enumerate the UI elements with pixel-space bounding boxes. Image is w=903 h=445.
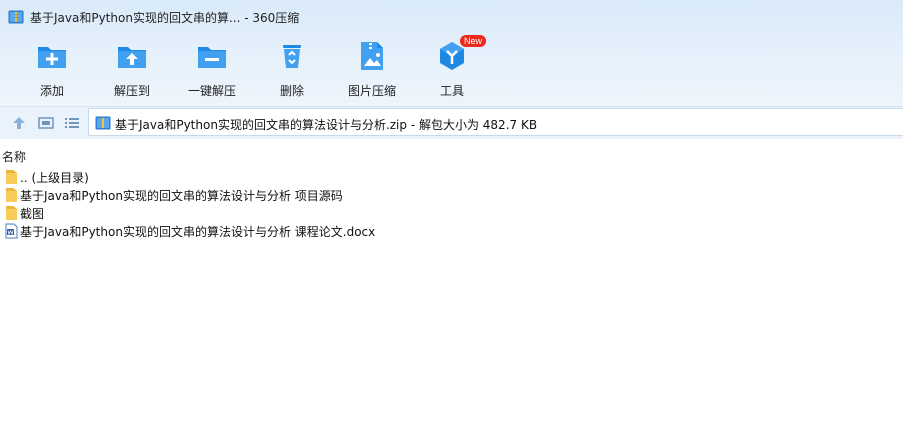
folder-icon xyxy=(6,206,17,220)
extract-to-label: 解压到 xyxy=(113,84,150,98)
tools-button[interactable]: New 工具 xyxy=(416,35,488,102)
file-list: .. (上级目录) 基于Java和Python实现的回文串的算法设计与分析 项目… xyxy=(0,168,903,240)
add-button[interactable]: 添加 xyxy=(16,38,88,102)
one-click-extract-label: 一键解压 xyxy=(187,84,236,98)
column-name-header[interactable]: 名称 xyxy=(2,148,26,165)
zip-file-icon xyxy=(95,116,111,130)
word-document-icon xyxy=(5,223,18,239)
one-click-extract-button[interactable]: 一键解压 xyxy=(176,38,248,102)
tools-label: 工具 xyxy=(439,84,464,98)
image-compress-label: 图片压缩 xyxy=(347,84,396,98)
file-name: 截图 xyxy=(20,207,45,221)
file-name: .. (上级目录) xyxy=(20,171,89,185)
one-click-extract-icon xyxy=(198,47,226,68)
add-label: 添加 xyxy=(39,84,64,98)
folder-icon xyxy=(6,170,17,184)
extract-to-icon xyxy=(118,47,146,68)
delete-button[interactable]: 删除 xyxy=(256,38,328,102)
title-bar: 基于Java和Python实现的回文串的算... - 360压缩 xyxy=(0,0,903,34)
address-text: 基于Java和Python实现的回文串的算法设计与分析.zip - 解包大小为 … xyxy=(115,118,538,132)
delete-label: 删除 xyxy=(279,84,304,98)
extract-to-button[interactable]: 解压到 xyxy=(96,38,168,102)
list-item[interactable]: 基于Java和Python实现的回文串的算法设计与分析 课程论文.docx xyxy=(0,222,903,240)
column-header: 名称 xyxy=(0,146,903,164)
folder-icon xyxy=(6,188,17,202)
address-bar: 基于Java和Python实现的回文串的算法设计与分析.zip - 解包大小为 … xyxy=(0,106,903,139)
image-compress-button[interactable]: 图片压缩 xyxy=(336,38,408,102)
file-name: 基于Java和Python实现的回文串的算法设计与分析 项目源码 xyxy=(20,189,343,203)
list-item-parent-directory[interactable]: .. (上级目录) xyxy=(0,168,903,186)
image-compress-icon xyxy=(361,42,383,70)
list-item[interactable]: 基于Java和Python实现的回文串的算法设计与分析 项目源码 xyxy=(0,186,903,204)
toolbar: 添加 解压到 一键解压 删除 图片压缩 New 工具 xyxy=(0,34,903,106)
list-view-icon[interactable] xyxy=(64,115,80,131)
address-field[interactable]: 基于Java和Python实现的回文串的算法设计与分析.zip - 解包大小为 … xyxy=(88,108,903,136)
file-name: 基于Java和Python实现的回文串的算法设计与分析 课程论文.docx xyxy=(20,225,376,239)
add-icon xyxy=(38,47,66,68)
thumbnail-view-icon[interactable] xyxy=(38,115,54,131)
up-arrow-icon[interactable] xyxy=(11,115,27,131)
list-item[interactable]: 截图 xyxy=(0,204,903,222)
new-badge: New xyxy=(460,35,487,47)
window-title: 基于Java和Python实现的回文串的算... - 360压缩 xyxy=(30,11,300,25)
delete-icon xyxy=(283,45,301,68)
archive-app-icon xyxy=(8,10,24,24)
